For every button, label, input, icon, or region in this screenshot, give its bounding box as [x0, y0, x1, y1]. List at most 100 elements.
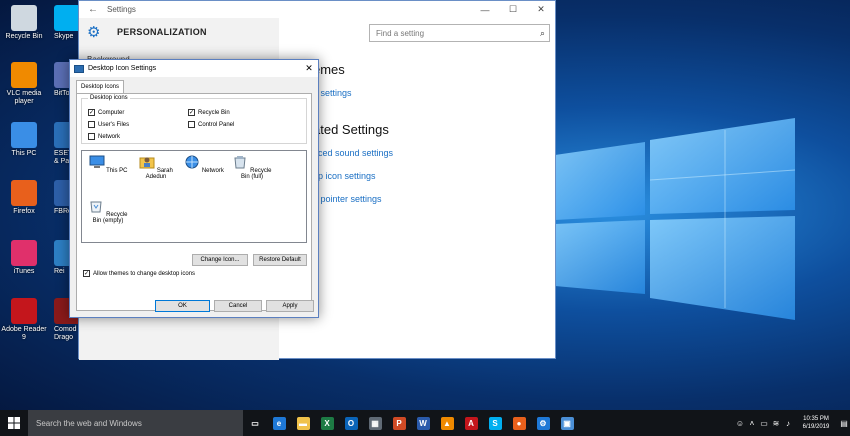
- desktop-icon[interactable]: Firefox: [0, 180, 48, 216]
- taskbar-app-button[interactable]: ▦: [363, 410, 387, 436]
- acrobat-icon: A: [464, 416, 478, 430]
- taskbar-search-box[interactable]: Search the web and Windows: [28, 410, 243, 436]
- apply-button[interactable]: Apply: [266, 300, 314, 312]
- taskbar-clock[interactable]: 10:35 PM 6/19/2019: [794, 415, 838, 431]
- taskbar-app-button[interactable]: e: [267, 410, 291, 436]
- notification-person-icon[interactable]: ☺: [734, 419, 746, 428]
- network-icon: [185, 155, 199, 169]
- start-button[interactable]: [0, 410, 28, 436]
- desktop-icon[interactable]: Adobe Reader 9: [0, 298, 48, 342]
- windows-start-icon: [8, 417, 20, 429]
- ok-button[interactable]: OK: [155, 300, 210, 312]
- checkbox-users-files-box[interactable]: [88, 121, 95, 128]
- file-explorer-icon: ▬: [296, 416, 310, 430]
- checkbox-control-panel[interactable]: Control Panel: [188, 121, 234, 128]
- taskbar-app-button[interactable]: X: [315, 410, 339, 436]
- show-hidden-icons-icon[interactable]: ˄: [746, 419, 758, 428]
- taskbar-app-button[interactable]: ▬: [291, 410, 315, 436]
- cancel-button[interactable]: Cancel: [214, 300, 262, 312]
- checkbox-users-files-label: User's Files: [98, 121, 130, 128]
- taskbar-app-button[interactable]: A: [459, 410, 483, 436]
- taskbar-app-button[interactable]: ⚙: [531, 410, 555, 436]
- checkbox-computer[interactable]: ✓ Computer: [88, 109, 124, 116]
- checkbox-network[interactable]: Network: [88, 133, 120, 140]
- checkbox-allow-themes-box[interactable]: ✓: [83, 270, 90, 277]
- settings-icon: ⚙: [536, 416, 550, 430]
- desktop-icon[interactable]: Recycle Bin: [0, 5, 48, 41]
- desktop-icon-label: VLC media player: [6, 90, 42, 105]
- vlc-icon: ▲: [440, 416, 454, 430]
- taskbar-app-button[interactable]: ▣: [555, 410, 579, 436]
- settings-titlebar: ← Settings — ☐ ✕: [79, 1, 555, 18]
- user-folder-icon: [139, 157, 155, 169]
- wifi-icon[interactable]: ≋: [770, 419, 782, 428]
- gear-icon: ⚙: [87, 24, 101, 41]
- icon-preview-list[interactable]: This PC Sarah Adedun Network Recycle Bin…: [81, 150, 307, 243]
- checkbox-network-box[interactable]: [88, 133, 95, 140]
- desktop-icon[interactable]: iTunes: [0, 240, 48, 276]
- volume-icon[interactable]: ♪: [782, 419, 794, 428]
- change-icon-button[interactable]: Change Icon...: [192, 254, 248, 266]
- desktop-icon[interactable]: This PC: [0, 122, 48, 158]
- settings-content: emes e settings ated Settings nced sound…: [279, 18, 555, 358]
- checkbox-control-panel-box[interactable]: [188, 121, 195, 128]
- clock-time: 10:35 PM: [803, 416, 829, 422]
- checkbox-computer-box[interactable]: ✓: [88, 109, 95, 116]
- desktop-icon-settings-dialog: Desktop Icon Settings ✕ Desktop Icons De…: [69, 59, 319, 318]
- itunes-icon: [11, 240, 37, 266]
- taskbar-app-button[interactable]: ▭: [243, 410, 267, 436]
- dialog-tab-panel: Desktop icons ✓ Computer ✓ Recycle Bin Use…: [76, 93, 312, 311]
- close-icon[interactable]: ✕: [527, 4, 555, 15]
- desktop-icon-label: iTunes: [13, 268, 35, 275]
- outlook-icon: O: [344, 416, 358, 430]
- skype-icon: S: [488, 416, 502, 430]
- maximize-icon[interactable]: ☐: [499, 4, 527, 15]
- desktop-icon-label: Adobe Reader 9: [1, 326, 47, 341]
- taskbar-app-button[interactable]: W: [411, 410, 435, 436]
- mouse-pointer-settings-link[interactable]: e pointer settings: [313, 194, 382, 204]
- preview-item-network[interactable]: Network: [182, 155, 226, 174]
- checkbox-users-files[interactable]: User's Files: [88, 121, 129, 128]
- minimize-icon[interactable]: —: [471, 5, 499, 15]
- skype-icon: [54, 5, 78, 31]
- taskbar-app-button[interactable]: P: [387, 410, 411, 436]
- battery-icon[interactable]: ▭: [758, 419, 770, 428]
- preview-item-label: Network: [201, 168, 224, 174]
- taskbar-app-button[interactable]: ●: [507, 410, 531, 436]
- preview-item-recycle-full[interactable]: Recycle Bin (full): [230, 155, 274, 180]
- system-tray: ☺ ˄ ▭ ≋ ♪ 10:35 PM 6/19/2019 ▤: [734, 410, 850, 436]
- taskbar-app-button[interactable]: O: [339, 410, 363, 436]
- clock-date: 6/19/2019: [802, 424, 830, 430]
- desktop-icon-label: Firefox: [13, 208, 35, 215]
- action-center-icon[interactable]: ▤: [838, 419, 850, 428]
- firefox-icon: ●: [512, 416, 526, 430]
- preview-item-user-folder[interactable]: Sarah Adedun: [134, 155, 178, 180]
- edge-icon: e: [272, 416, 286, 430]
- store-icon: ▦: [368, 416, 382, 430]
- dialog-close-icon[interactable]: ✕: [300, 63, 318, 74]
- word-icon: W: [416, 416, 430, 430]
- desktop-icon[interactable]: VLC media player: [0, 62, 48, 106]
- dialog-titlebar: Desktop Icon Settings ✕: [70, 60, 318, 77]
- back-arrow-icon[interactable]: ←: [79, 4, 107, 15]
- windows-wallpaper-logo: [555, 118, 796, 320]
- desktop-icons-group: Desktop icons ✓ Computer ✓ Recycle Bin Use…: [81, 95, 307, 144]
- sound-settings-link[interactable]: nced sound settings: [313, 148, 393, 158]
- checkbox-allow-themes[interactable]: ✓ Allow themes to change desktop icons: [83, 270, 195, 277]
- computer-icon: [11, 122, 37, 148]
- preview-item-recycle-empty[interactable]: Recycle Bin (empty): [86, 199, 130, 224]
- checkbox-recycle-bin[interactable]: ✓ Recycle Bin: [188, 109, 230, 116]
- recycle-bin-icon: [11, 5, 37, 31]
- checkbox-recycle-bin-box[interactable]: ✓: [188, 109, 195, 116]
- taskbar-app-button[interactable]: S: [483, 410, 507, 436]
- tab-desktop-icons[interactable]: Desktop Icons: [76, 80, 125, 93]
- desktop-icon-settings-link[interactable]: op icon settings: [313, 171, 376, 181]
- preview-item-label: Sarah Adedun: [145, 168, 173, 180]
- restore-default-button[interactable]: Restore Default: [253, 254, 307, 266]
- checkbox-network-label: Network: [98, 133, 121, 140]
- desktop-icon-label: Comod Drago: [54, 326, 77, 341]
- preview-item-this-pc[interactable]: This PC: [86, 155, 130, 174]
- taskbar-search-placeholder: Search the web and Windows: [36, 418, 142, 428]
- desktop-icon[interactable]: Skype: [54, 5, 78, 41]
- taskbar-app-button[interactable]: ▲: [435, 410, 459, 436]
